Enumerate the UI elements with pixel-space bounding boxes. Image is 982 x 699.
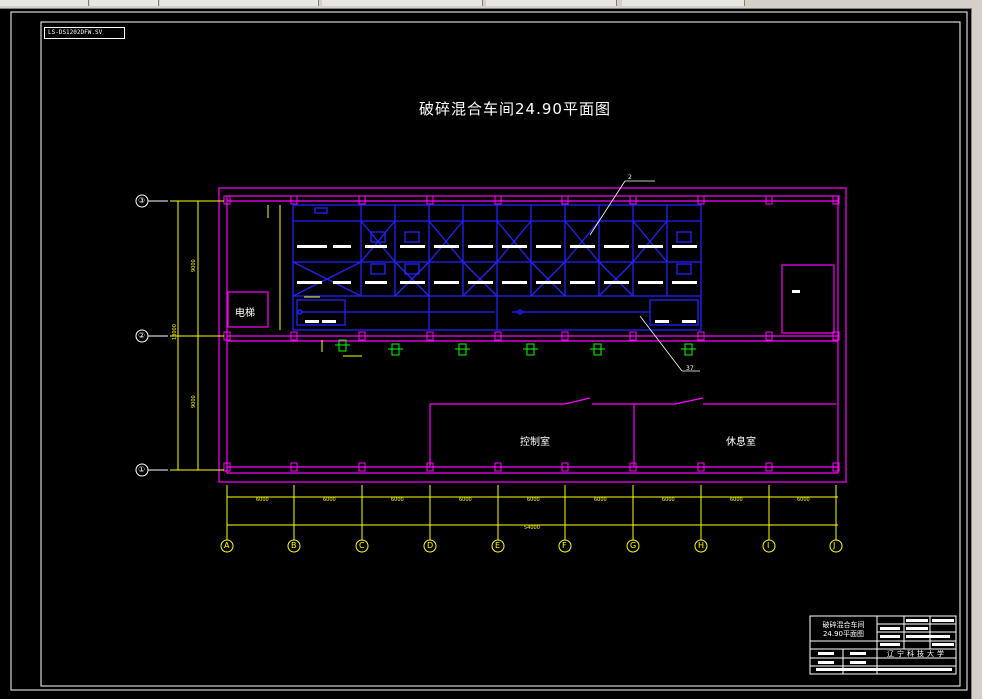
title-block-name-line2: 24.90平面图 <box>822 630 865 638</box>
axis-row-label: ① <box>138 465 146 474</box>
toolbar-field[interactable] <box>486 0 617 6</box>
axis-col-label: J <box>833 541 836 550</box>
vertical-scrollbar[interactable] <box>971 8 982 699</box>
axis-col-label: I <box>767 541 770 550</box>
svg-text:6000: 6000 <box>797 497 810 503</box>
room-label-elevator: 电梯 <box>235 308 255 319</box>
axis-col-label: B <box>291 541 297 550</box>
axis-col-label: D <box>427 541 434 550</box>
svg-text:6000: 6000 <box>323 497 336 503</box>
svg-text:54000: 54000 <box>524 525 540 531</box>
callout-label: 2 <box>628 174 632 181</box>
axis-col-label: H <box>698 541 705 550</box>
svg-text:6000: 6000 <box>527 497 540 503</box>
file-tag: LS-DS1202DFW.SV <box>44 27 125 39</box>
green-symbols <box>335 339 696 356</box>
svg-text:6000: 6000 <box>730 497 743 503</box>
dimension-lines <box>170 200 838 540</box>
svg-text:6000: 6000 <box>459 497 472 503</box>
conveyor-bars <box>297 245 800 323</box>
axis-col-label: A <box>224 541 230 550</box>
svg-text:6000: 6000 <box>256 497 269 503</box>
room-label-control: 控制室 <box>520 437 550 448</box>
toolbar-field[interactable] <box>322 0 483 6</box>
toolbar-field[interactable] <box>160 0 319 6</box>
svg-text:6000: 6000 <box>594 497 607 503</box>
toolbar-strip <box>0 0 982 9</box>
equipment-blue <box>292 204 702 331</box>
axis-row-label: ③ <box>138 196 146 205</box>
title-block-name-line1: 破碎混合车间 <box>822 621 865 629</box>
axis-col-bubbles <box>220 539 843 553</box>
axis-row-label: ② <box>138 331 146 340</box>
drawing-title: 破碎混合车间24.90平面图 <box>419 100 611 118</box>
callout-label: 37 <box>686 365 694 372</box>
axis-col-label: F <box>562 541 567 550</box>
toolbar-field[interactable] <box>0 0 89 6</box>
room-label-rest: 休息室 <box>726 437 756 448</box>
pipelines <box>297 309 650 315</box>
svg-text:9000: 9000 <box>191 259 197 272</box>
axis-col-label: G <box>630 541 637 550</box>
callout-leaders <box>589 180 700 372</box>
svg-text:18000: 18000 <box>172 324 178 340</box>
axis-col-label: E <box>495 541 501 550</box>
axis-col-label: C <box>359 541 365 550</box>
svg-text:6000: 6000 <box>391 497 404 503</box>
inner-frame <box>40 21 961 687</box>
toolbar-field[interactable] <box>622 0 745 6</box>
svg-text:6000: 6000 <box>662 497 675 503</box>
svg-text:9000: 9000 <box>191 395 197 408</box>
toolbar-field[interactable] <box>90 0 159 6</box>
title-block-school: 辽宁科技大学 <box>887 650 947 658</box>
